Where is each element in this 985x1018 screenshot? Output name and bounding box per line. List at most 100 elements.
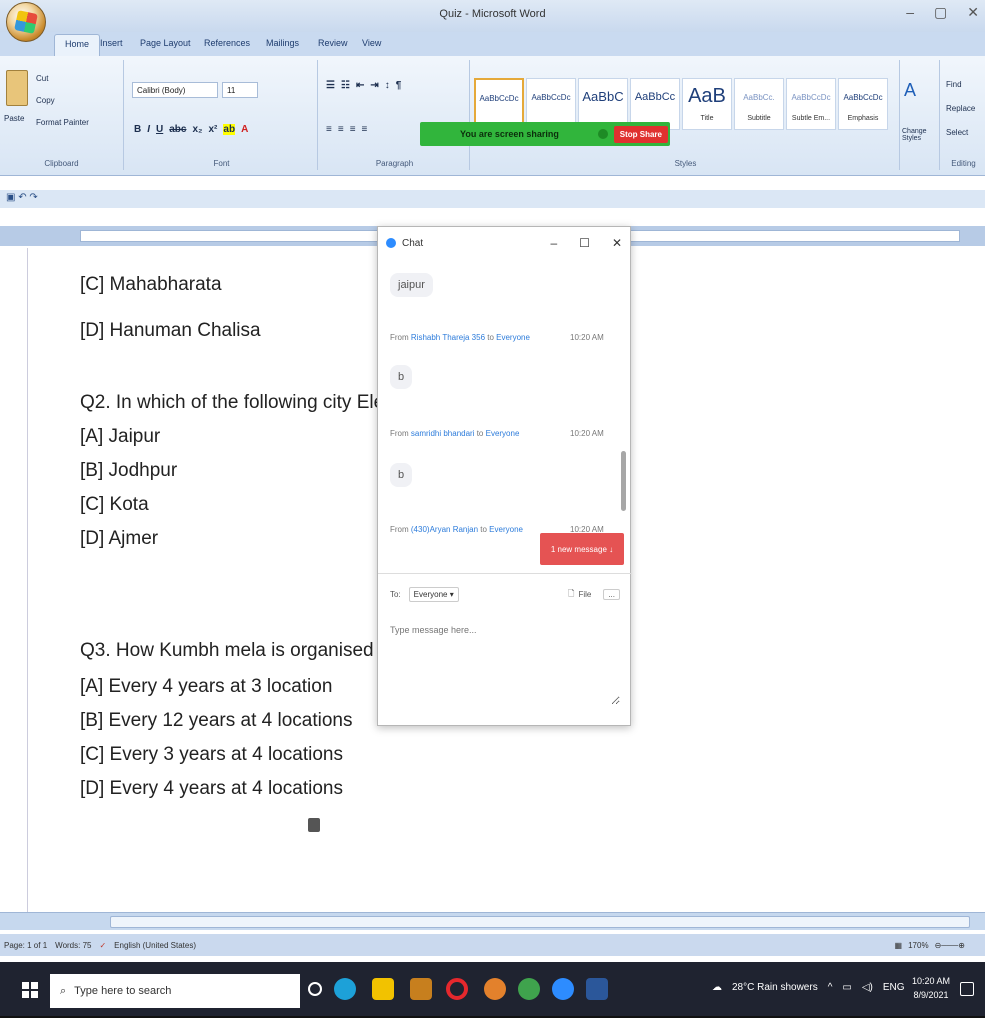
bold-icon[interactable]: B xyxy=(134,124,141,135)
align-center-icon[interactable]: ≡ xyxy=(338,124,344,135)
word-taskbar-icon[interactable] xyxy=(586,978,608,1000)
horizontal-scrollbar[interactable] xyxy=(0,912,985,930)
chat-close-icon[interactable]: ✕ xyxy=(612,236,622,250)
change-styles-icon[interactable]: A xyxy=(904,80,916,101)
replace-button[interactable]: Replace xyxy=(946,104,975,113)
tab-home[interactable]: Home xyxy=(54,34,101,56)
clipboard-label: Clipboard xyxy=(44,159,79,168)
new-message-button[interactable]: 1 new message ↓ xyxy=(540,533,624,565)
firefox-icon[interactable] xyxy=(484,978,506,1000)
bullets-icon[interactable]: ☰ xyxy=(326,80,335,91)
chat-minimize-icon[interactable]: – xyxy=(550,236,557,250)
volume-icon[interactable]: ◁) xyxy=(862,982,873,993)
taskbar-clock[interactable]: 10:20 AM 8/9/2021 xyxy=(912,974,950,1002)
style-emphasis[interactable]: AaBbCcDc Emphasis xyxy=(838,78,888,130)
italic-icon[interactable]: I xyxy=(147,124,150,135)
subscript-icon[interactable]: x₂ xyxy=(192,124,202,135)
underline-icon[interactable]: U xyxy=(156,124,163,135)
tab-page-layout[interactable]: Page Layout xyxy=(140,38,191,48)
style-subtitle[interactable]: AaBbCc. Subtitle xyxy=(734,78,784,130)
network-icon[interactable]: ▭ xyxy=(842,982,851,993)
select-button[interactable]: Select xyxy=(946,128,968,137)
tab-mailings[interactable]: Mailings xyxy=(266,38,299,48)
chat-maximize-icon[interactable]: ☐ xyxy=(579,236,590,250)
zoom-taskbar-icon[interactable] xyxy=(552,978,574,1000)
edge-icon[interactable] xyxy=(334,978,356,1000)
tab-view[interactable]: View xyxy=(362,38,381,48)
undo-icon[interactable]: ↶ xyxy=(18,192,26,203)
align-right-icon[interactable]: ≡ xyxy=(350,124,356,135)
strikethrough-icon[interactable]: abc xyxy=(169,124,186,135)
pilcrow-icon[interactable]: ¶ xyxy=(396,80,402,91)
notification-icon[interactable] xyxy=(960,982,974,996)
zoom-slider[interactable]: ⊖───⊕ xyxy=(935,941,965,950)
windows-start-icon[interactable] xyxy=(22,982,38,998)
copy-button[interactable]: Copy xyxy=(36,96,55,105)
file-button[interactable]: 🗋 File xyxy=(568,588,591,602)
stop-share-button[interactable]: Stop Share xyxy=(613,125,668,143)
chat-recipient[interactable]: Everyone xyxy=(489,525,523,534)
redo-icon[interactable]: ↷ xyxy=(29,192,37,203)
format-painter-button[interactable]: Format Painter xyxy=(36,118,89,127)
superscript-icon[interactable]: x² xyxy=(209,124,218,135)
minimize-icon[interactable]: – xyxy=(906,4,914,21)
chrome-icon[interactable] xyxy=(518,978,540,1000)
weather-text[interactable]: 28°C Rain showers xyxy=(732,982,818,993)
sort-icon[interactable]: ↕ xyxy=(385,80,390,91)
change-styles-button[interactable]: Change Styles xyxy=(902,128,938,142)
tab-references[interactable]: References xyxy=(204,38,250,48)
quick-access-toolbar: ▣ ↶ ↷ xyxy=(0,190,985,208)
recipient-select[interactable]: Everyone ▾ xyxy=(408,587,459,602)
proofing-icon[interactable]: ✓ xyxy=(99,941,106,950)
chat-message-bubble: jaipur xyxy=(390,273,433,297)
view-layout-icon[interactable]: ▦ xyxy=(895,941,903,950)
tab-insert[interactable]: Insert xyxy=(100,38,123,48)
highlight-icon[interactable]: ab xyxy=(223,124,236,135)
office-button[interactable] xyxy=(6,2,46,42)
font-name-field[interactable]: Calibri (Body) xyxy=(132,82,218,98)
word-count[interactable]: Words: 75 xyxy=(55,941,91,950)
page-count[interactable]: Page: 1 of 1 xyxy=(4,941,47,950)
vertical-ruler[interactable] xyxy=(14,248,28,918)
input-language[interactable]: ENG xyxy=(883,982,905,993)
paste-icon[interactable] xyxy=(6,70,28,106)
ribbon-tabs: Home Insert Page Layout References Maili… xyxy=(0,32,985,56)
close-icon[interactable]: ✕ xyxy=(967,4,979,21)
more-options-button[interactable]: ... xyxy=(603,589,620,600)
zoom-level[interactable]: 170% xyxy=(908,941,928,950)
align-left-icon[interactable]: ≡ xyxy=(326,124,332,135)
increase-indent-icon[interactable]: ⇥ xyxy=(370,80,378,91)
chat-scrollbar[interactable] xyxy=(621,451,626,511)
chevron-up-icon[interactable]: ^ xyxy=(828,982,833,993)
decrease-indent-icon[interactable]: ⇤ xyxy=(356,80,364,91)
chat-recipient[interactable]: Everyone xyxy=(486,429,520,438)
chat-message-input[interactable] xyxy=(390,625,620,705)
chat-sender[interactable]: Rishabh Thareja 356 xyxy=(411,333,485,342)
opera-icon[interactable] xyxy=(446,978,468,1000)
style-subtle-emphasis[interactable]: AaBbCcDc Subtle Em... xyxy=(786,78,836,130)
style-title[interactable]: AaB Title xyxy=(682,78,732,130)
app-k-icon[interactable] xyxy=(410,978,432,1000)
chat-sender[interactable]: samridhi bhandari xyxy=(411,429,475,438)
file-explorer-icon[interactable] xyxy=(372,978,394,1000)
cut-button[interactable]: Cut xyxy=(36,74,48,83)
zoom-chat-window: Chat – ☐ ✕ jaipur From Rishabh Thareja 3… xyxy=(377,226,632,726)
font-size-field[interactable]: 11 xyxy=(222,82,258,98)
find-button[interactable]: Find xyxy=(946,80,962,89)
numbering-icon[interactable]: ☷ xyxy=(341,80,350,91)
save-icon[interactable]: ▣ xyxy=(6,192,15,203)
taskbar-search[interactable]: ⌕ Type here to search xyxy=(50,974,300,1008)
paste-button[interactable]: Paste xyxy=(4,114,24,123)
font-color-icon[interactable]: A xyxy=(241,124,248,135)
chat-recipient[interactable]: Everyone xyxy=(496,333,530,342)
cortana-icon[interactable] xyxy=(308,982,322,996)
weather-icon[interactable]: ☁ xyxy=(712,982,722,993)
paste-options-icon[interactable] xyxy=(308,818,320,832)
list-row: ☰ ☷ ⇤ ⇥ ↕ ¶ xyxy=(326,80,401,91)
scroll-thumb[interactable] xyxy=(110,916,970,928)
chat-sender[interactable]: (430)Aryan Ranjan xyxy=(411,525,478,534)
language-indicator[interactable]: English (United States) xyxy=(114,941,196,950)
tab-review[interactable]: Review xyxy=(318,38,348,48)
justify-icon[interactable]: ≡ xyxy=(362,124,368,135)
maximize-icon[interactable]: ▢ xyxy=(934,4,947,21)
